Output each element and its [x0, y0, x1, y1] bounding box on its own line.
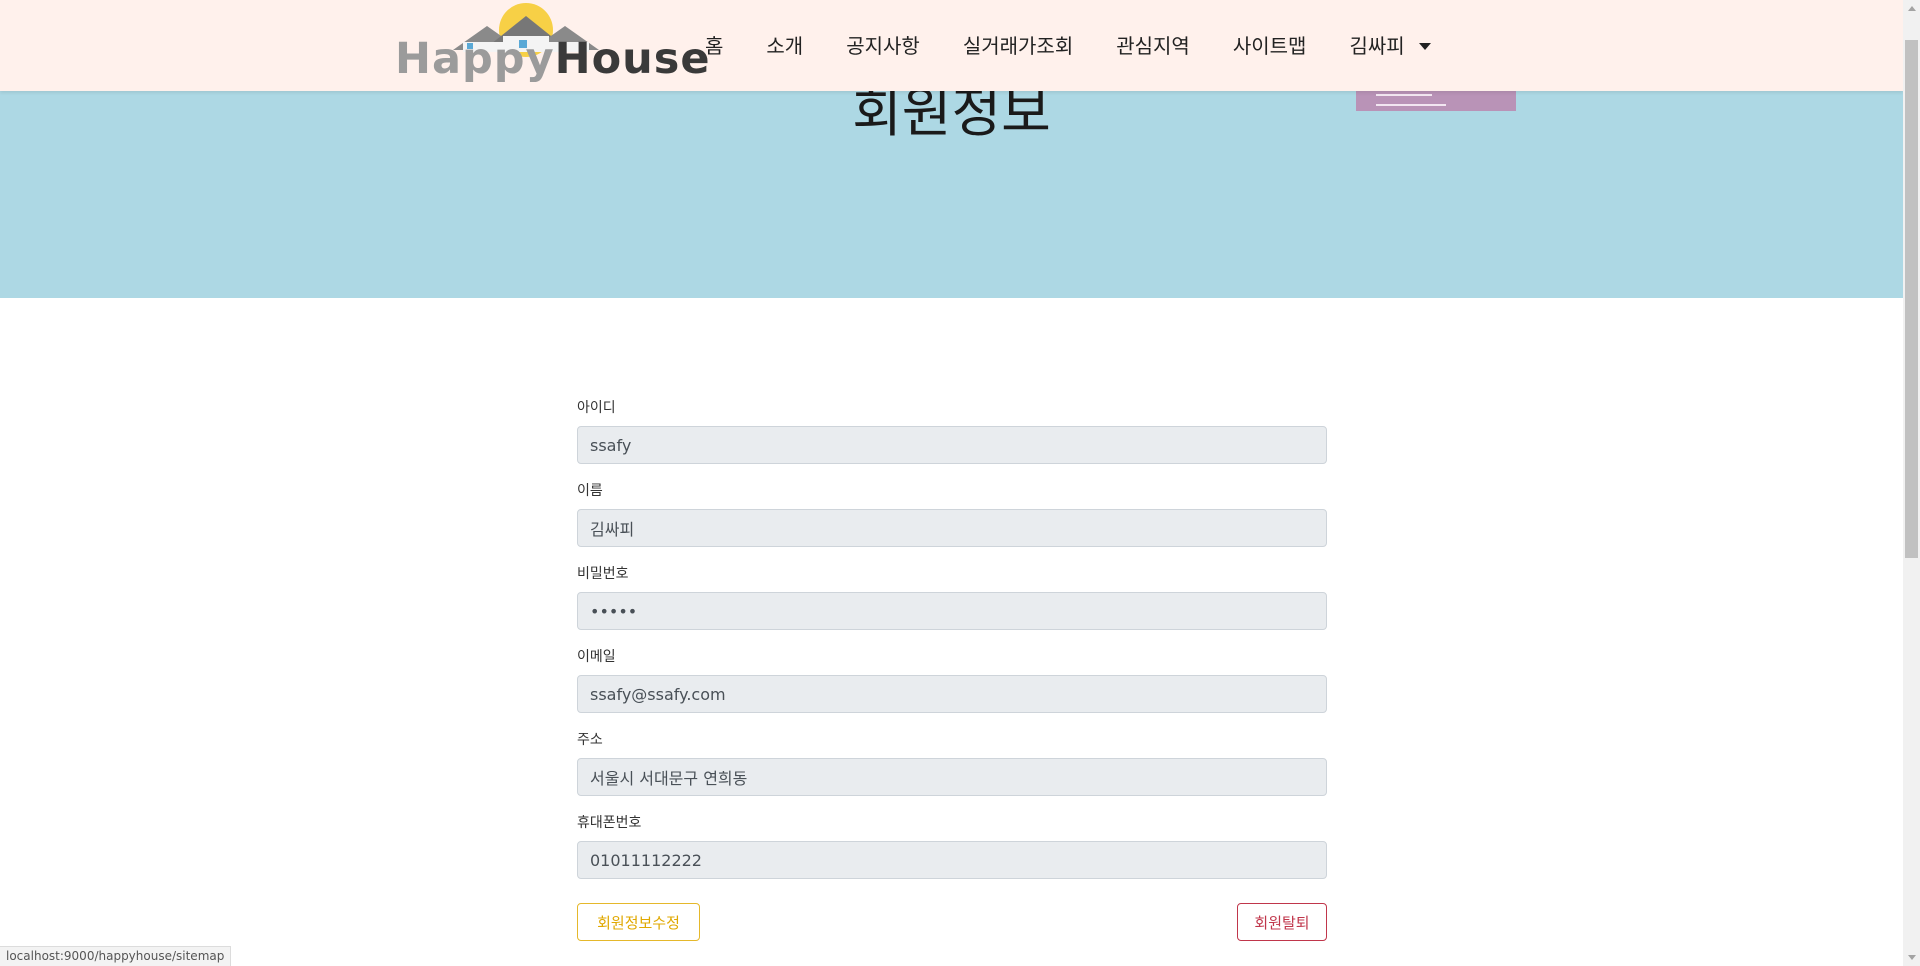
field-address: 주소: [577, 732, 1327, 815]
user-dropdown-menu: [1356, 91, 1516, 111]
logo-word-house: House: [554, 34, 711, 84]
nav-menu: 홈 소개 공지사항 실거래가조회 관심지역 사이트맵 김싸피: [705, 31, 1431, 61]
phone-input[interactable]: [577, 841, 1327, 879]
logo-word-happy: Happy: [395, 34, 555, 84]
name-input[interactable]: [577, 509, 1327, 547]
vertical-scrollbar[interactable]: [1903, 0, 1920, 966]
field-address-label: 주소: [577, 732, 603, 748]
page-title: 회원정보: [852, 81, 1051, 144]
nav-link-price-search[interactable]: 실거래가조회: [963, 36, 1073, 56]
dropdown-item-line: [1376, 94, 1432, 96]
field-password: 비밀번호: [577, 566, 1327, 649]
password-input[interactable]: [577, 592, 1327, 630]
field-id-label: 아이디: [577, 400, 616, 416]
field-email-label: 이메일: [577, 649, 616, 665]
dropdown-item-line: [1376, 104, 1446, 106]
field-phone-label: 휴대폰번호: [577, 815, 642, 831]
status-bar-url: localhost:9000/happyhouse/sitemap: [0, 946, 232, 966]
user-dropdown-toggle[interactable]: 김싸피: [1349, 34, 1431, 58]
field-phone: 휴대폰번호: [577, 815, 1327, 898]
field-id: 아이디: [577, 400, 1327, 483]
navbar: HappyHouse 홈 소개 공지사항 실거래가조회 관심지역 사이트맵 김싸…: [0, 0, 1903, 91]
update-member-button[interactable]: 회원정보수정: [577, 903, 700, 941]
field-password-label: 비밀번호: [577, 566, 629, 582]
scrollbar-thumb[interactable]: [1905, 40, 1918, 558]
field-email: 이메일: [577, 649, 1327, 732]
withdraw-member-button[interactable]: 회원탈퇴: [1237, 903, 1327, 941]
nav-link-about[interactable]: 소개: [766, 36, 803, 56]
field-name-label: 이름: [577, 483, 603, 499]
email-input[interactable]: [577, 675, 1327, 713]
caret-down-icon: [1418, 42, 1431, 50]
scroll-up-arrow-icon[interactable]: [1908, 6, 1916, 11]
nav-link-home[interactable]: 홈: [705, 36, 723, 56]
member-info-form: 아이디 이름 비밀번호 이메일 주소 휴대폰번호 회원정보수정 회원탈퇴: [577, 400, 1327, 941]
nav-link-sitemap[interactable]: 사이트맵: [1233, 36, 1307, 56]
logo-text: HappyHouse: [395, 38, 711, 81]
address-input[interactable]: [577, 758, 1327, 796]
nav-link-interest-area[interactable]: 관심지역: [1116, 36, 1190, 56]
id-input[interactable]: [577, 426, 1327, 464]
user-name: 김싸피: [1349, 34, 1405, 58]
nav-link-notice[interactable]: 공지사항: [846, 36, 920, 56]
field-name: 이름: [577, 483, 1327, 566]
scroll-down-arrow-icon[interactable]: [1908, 955, 1916, 960]
happyhouse-logo[interactable]: HappyHouse: [395, 0, 710, 91]
